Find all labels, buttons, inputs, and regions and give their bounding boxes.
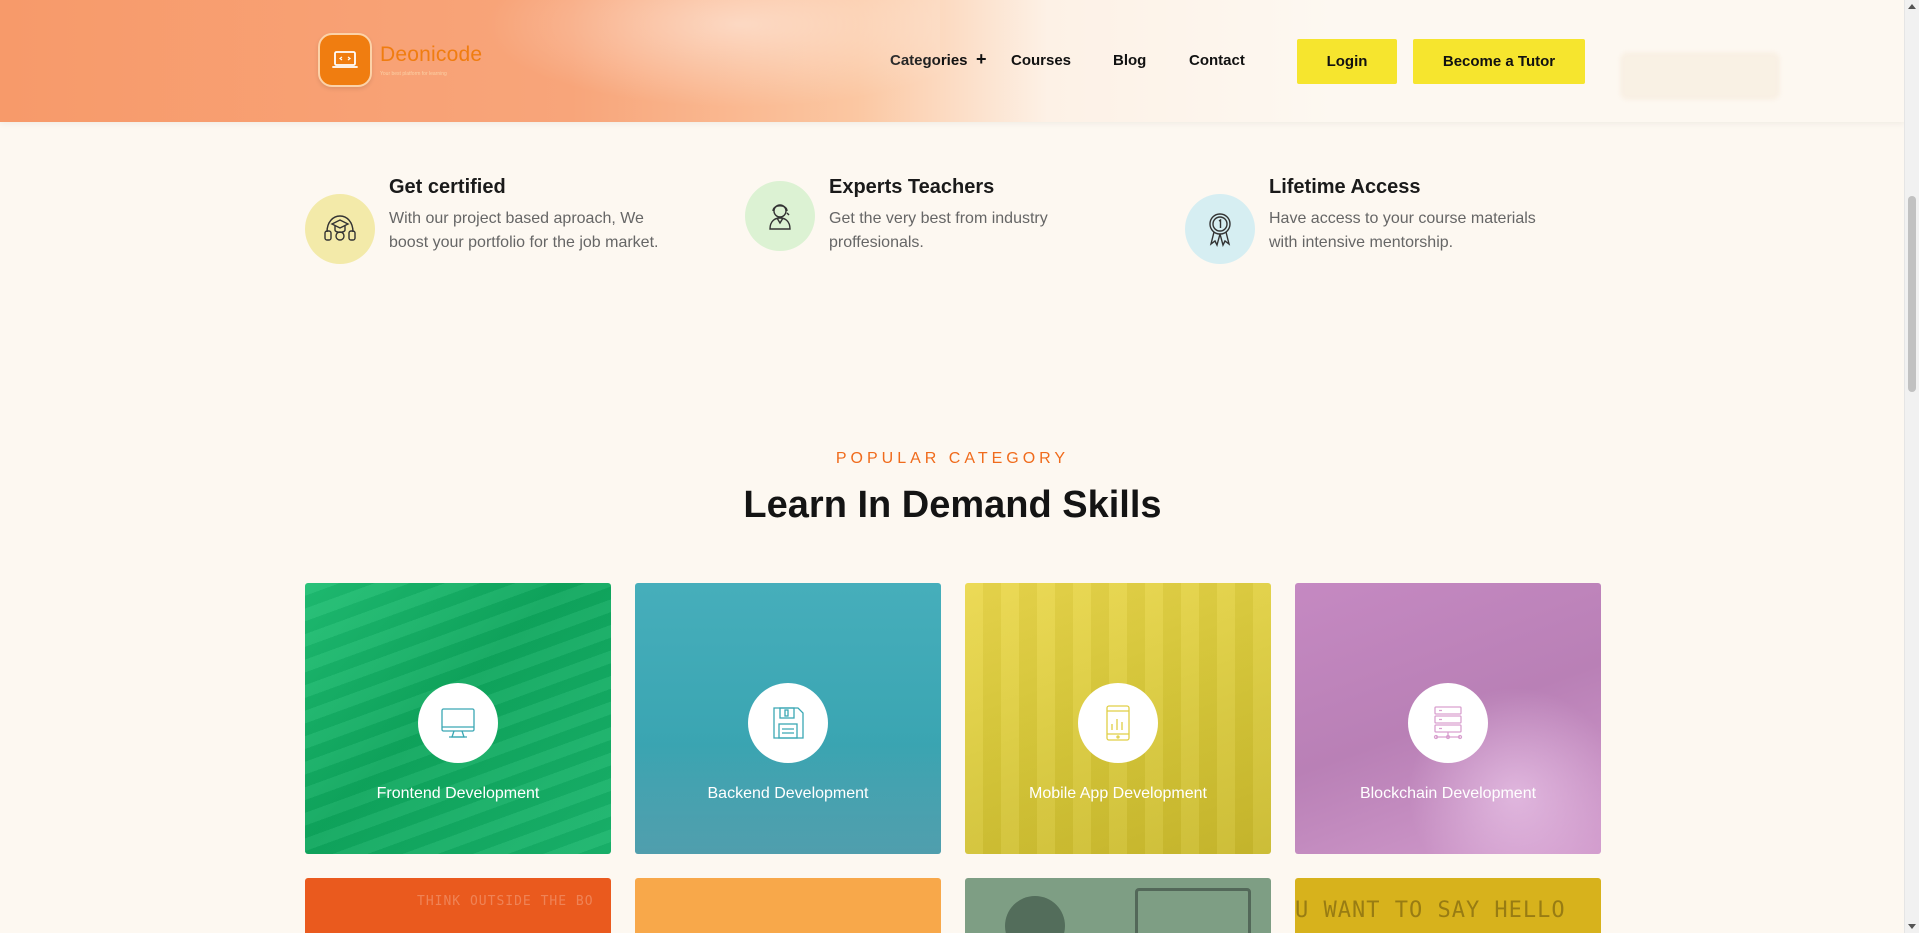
category-card-blockchain[interactable]: Blockchain Development <box>1295 583 1601 854</box>
nav-contact[interactable]: Contact <box>1189 52 1245 69</box>
section-title: Learn In Demand Skills <box>743 484 1162 526</box>
feature-title: Get certified <box>389 176 506 198</box>
scroll-down-arrow-icon[interactable] <box>1908 924 1916 929</box>
category-label: Frontend Development <box>376 785 540 802</box>
category-card[interactable]: U WANT TO SAY HELLO <box>1295 878 1601 933</box>
nav-courses[interactable]: Courses <box>1011 52 1071 69</box>
card-image-text: THINK OUTSIDE THE BO <box>417 894 594 909</box>
brand-tagline: Your best platform for learning <box>380 71 447 77</box>
category-label: Backend Development <box>707 785 869 802</box>
scroll-up-arrow-icon[interactable] <box>1908 4 1916 9</box>
teacher-icon <box>745 181 815 251</box>
scroll-thumb[interactable] <box>1908 196 1916 392</box>
page-scrollbar[interactable] <box>1904 0 1919 933</box>
site-header: Deonicode Your best platform for learnin… <box>0 0 1905 122</box>
category-card-mobile[interactable]: Mobile App Development <box>965 583 1271 854</box>
category-label: Mobile App Development <box>1029 785 1207 802</box>
category-card-frontend[interactable]: Frontend Development <box>305 583 611 854</box>
award-medal-icon <box>1185 194 1255 264</box>
monitor-icon <box>418 683 498 763</box>
nav-blog[interactable]: Blog <box>1113 52 1146 69</box>
brand-logo[interactable]: Deonicode Your best platform for learnin… <box>318 33 482 87</box>
card-image-text: U WANT TO SAY HELLO <box>1295 898 1566 923</box>
become-tutor-button[interactable]: Become a Tutor <box>1413 39 1585 84</box>
card-image-shape <box>1005 896 1065 933</box>
faded-decoration <box>1620 52 1780 100</box>
category-card[interactable] <box>965 878 1271 933</box>
section-eyebrow: POPULAR CATEGORY <box>835 450 1070 467</box>
page: Deonicode Your best platform for learnin… <box>0 0 1919 933</box>
category-card[interactable]: THINK OUTSIDE THE BO <box>305 878 611 933</box>
graduate-headset-icon <box>305 194 375 264</box>
category-card-backend[interactable]: Backend Development <box>635 583 941 854</box>
nav-categories[interactable]: Categories <box>890 52 968 69</box>
feature-title: Experts Teachers <box>829 176 995 198</box>
feature-description: With our project based aproach, We boost… <box>389 210 659 251</box>
server-network-icon <box>1408 683 1488 763</box>
brand-name: Deonicode <box>380 43 483 66</box>
login-button[interactable]: Login <box>1297 39 1397 84</box>
plus-icon[interactable]: + <box>976 49 987 70</box>
feature-description: Have access to your course materials wit… <box>1269 210 1536 251</box>
feature-title: Lifetime Access <box>1269 176 1421 198</box>
laptop-code-icon <box>318 33 372 87</box>
card-image-shape <box>1135 888 1251 933</box>
category-card[interactable] <box>635 878 941 933</box>
category-label: Blockchain Development <box>1359 785 1537 802</box>
feature-description: Get the very best from industry proffesi… <box>829 210 1048 251</box>
floppy-disk-icon <box>748 683 828 763</box>
tablet-chart-icon <box>1078 683 1158 763</box>
